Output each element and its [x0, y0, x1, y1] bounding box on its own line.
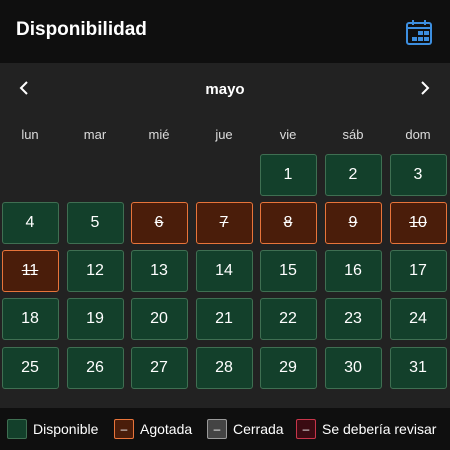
chevron-right-icon[interactable]	[414, 77, 436, 99]
day-cell-available[interactable]: 22	[259, 298, 317, 340]
day-number: 2	[348, 166, 358, 183]
day-number: 8	[283, 214, 293, 231]
day-cell-available[interactable]: 4	[1, 202, 59, 244]
day-number: 20	[150, 310, 168, 327]
day-number: 5	[90, 214, 100, 231]
day-cell-available[interactable]: 14	[195, 250, 253, 292]
weekday-header: lun mar mié jue vie sáb dom	[0, 127, 450, 147]
weekday-label: lun	[21, 127, 39, 142]
day-cell-available[interactable]: 19	[66, 298, 124, 340]
day-number: 6	[154, 214, 164, 231]
day-cell-available[interactable]: 1	[259, 154, 317, 196]
legend-swatch: –	[207, 419, 227, 439]
day-cell-available[interactable]: 21	[195, 298, 253, 340]
legend: Disponible – Agotada – Cerrada – Se debería re…	[0, 408, 450, 450]
day-number: 1	[283, 166, 293, 183]
day-cell-available[interactable]: 29	[259, 347, 317, 389]
day-number: 17	[409, 262, 427, 279]
day-cell-available[interactable]: 18	[1, 298, 59, 340]
day-cell-available[interactable]: 20	[130, 298, 188, 340]
month-navigation: mayo	[0, 63, 450, 113]
day-cell-soldout[interactable]: 6	[130, 202, 188, 244]
day-cell-available[interactable]: 5	[66, 202, 124, 244]
day-number: 13	[150, 262, 168, 279]
day-cell-soldout[interactable]: 9	[324, 202, 382, 244]
day-number: 3	[413, 166, 423, 183]
legend-swatch: –	[114, 419, 134, 439]
day-cell-available[interactable]: 27	[130, 347, 188, 389]
day-cell-available[interactable]: 15	[259, 250, 317, 292]
day-number: 16	[344, 262, 362, 279]
page-title: Disponibilidad	[16, 19, 147, 40]
weekday-label: mar	[83, 127, 107, 142]
day-cell-soldout[interactable]: 10	[389, 202, 447, 244]
legend-item: Disponible	[7, 419, 98, 439]
day-cell-available[interactable]: 13	[130, 250, 188, 292]
day-number: 30	[344, 359, 362, 376]
legend-item: – Cerrada	[207, 419, 284, 439]
weekday-label: mié	[148, 127, 170, 142]
day-number: 10	[409, 214, 427, 231]
day-cell-available[interactable]: 30	[324, 347, 382, 389]
day-number: 29	[279, 359, 297, 376]
day-cell-available[interactable]: 28	[195, 347, 253, 389]
day-cell-available[interactable]: 24	[389, 298, 447, 340]
legend-label: Cerrada	[233, 421, 284, 437]
day-number: 25	[21, 359, 39, 376]
day-number: 22	[279, 310, 297, 327]
day-number: 4	[25, 214, 35, 231]
day-number: 27	[150, 359, 168, 376]
day-number: 7	[219, 214, 229, 231]
day-number: 21	[215, 310, 233, 327]
month-label: mayo	[205, 81, 245, 98]
day-cell-soldout[interactable]: 8	[259, 202, 317, 244]
legend-label: Agotada	[140, 421, 193, 437]
legend-item: – Agotada	[114, 419, 192, 439]
day-cell-available[interactable]: 26	[66, 347, 124, 389]
day-number: 15	[279, 262, 297, 279]
day-cell-available[interactable]: 31	[389, 347, 447, 389]
day-cell-available[interactable]: 25	[1, 347, 59, 389]
day-cell-available[interactable]: 3	[389, 154, 447, 196]
day-cell-available[interactable]: 17	[389, 250, 447, 292]
day-number: 18	[21, 310, 39, 327]
day-number: 28	[215, 359, 233, 376]
legend-label: Disponible	[33, 421, 99, 437]
day-number: 26	[86, 359, 104, 376]
day-number: 12	[86, 262, 104, 279]
day-number: 19	[86, 310, 104, 327]
calendar-grid: 1 2 3 4 5 6 7 8 9 10 11 12 13 14 15 16 17 18 19 20 21 22 23 24 2…	[0, 150, 450, 400]
weekday-label: dom	[405, 127, 431, 142]
day-cell-soldout[interactable]: 11	[1, 250, 59, 292]
legend-swatch	[7, 419, 27, 439]
day-cell-available[interactable]: 12	[66, 250, 124, 292]
day-number: 11	[21, 262, 39, 279]
calendar-icon[interactable]	[405, 19, 433, 46]
day-number: 31	[409, 359, 427, 376]
weekday-label: sáb	[342, 127, 364, 142]
day-number: 9	[348, 214, 358, 231]
chevron-left-icon[interactable]	[13, 77, 35, 99]
day-cell-soldout[interactable]: 7	[195, 202, 253, 244]
day-number: 23	[344, 310, 362, 327]
day-number: 24	[409, 310, 427, 327]
weekday-label: jue	[215, 127, 233, 142]
day-number: 14	[215, 262, 233, 279]
legend-swatch: –	[296, 419, 316, 439]
day-cell-available[interactable]: 23	[324, 298, 382, 340]
weekday-label: vie	[279, 127, 297, 142]
day-cell-available[interactable]: 2	[324, 154, 382, 196]
app-header: Disponibilidad	[0, 0, 450, 63]
legend-item: – Se debería revisar	[296, 419, 436, 439]
day-cell-available[interactable]: 16	[324, 250, 382, 292]
legend-label: Se debería revisar	[322, 421, 437, 437]
